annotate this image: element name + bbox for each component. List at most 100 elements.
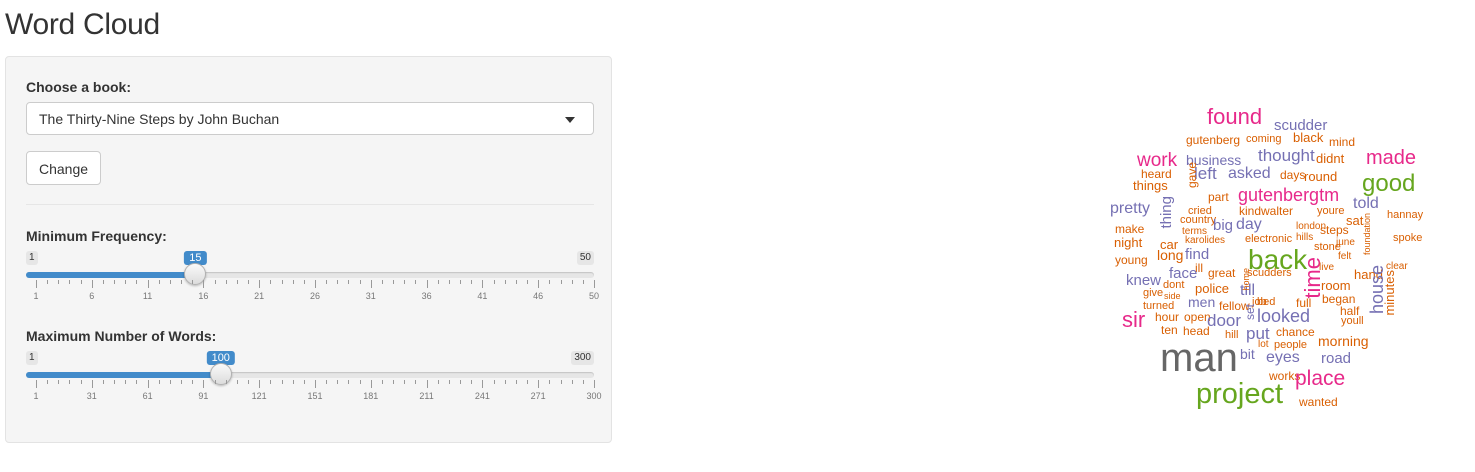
divider bbox=[26, 204, 594, 205]
slider-track[interactable] bbox=[26, 272, 594, 278]
slider-tick bbox=[549, 280, 551, 284]
word-young: young bbox=[1115, 253, 1148, 267]
slider-tick bbox=[192, 380, 194, 384]
slider-tick-label: 121 bbox=[251, 391, 267, 401]
word-felt: felt bbox=[1338, 251, 1352, 262]
book-select[interactable]: The Thirty-Nine Steps by John Buchan bbox=[26, 102, 594, 135]
max-words-label: Maximum Number of Words: bbox=[26, 328, 217, 344]
word-stone: stone bbox=[1314, 241, 1341, 253]
slider-tick bbox=[582, 380, 584, 384]
slider-tick bbox=[203, 380, 205, 388]
word-eyes: eyes bbox=[1266, 349, 1300, 366]
word-chance: chance bbox=[1276, 325, 1315, 339]
slider-tick bbox=[482, 380, 484, 388]
word-round: round bbox=[1304, 169, 1338, 184]
word-country: country bbox=[1180, 214, 1217, 226]
slider-tick-label: 31 bbox=[86, 391, 97, 401]
slider-tick bbox=[504, 380, 506, 384]
slider-tick bbox=[47, 280, 49, 284]
slider-tick bbox=[415, 380, 417, 384]
slider-tick bbox=[270, 380, 272, 384]
slider-tick bbox=[415, 280, 417, 284]
word-gave: gave bbox=[1185, 162, 1199, 189]
word-ten: ten bbox=[1161, 323, 1178, 337]
slider-tick bbox=[303, 380, 305, 384]
slider-tick bbox=[225, 280, 227, 284]
slider-tick bbox=[448, 380, 450, 384]
slider-fill bbox=[26, 372, 221, 378]
slider-tick bbox=[292, 280, 294, 284]
change-button[interactable]: Change bbox=[26, 151, 101, 185]
slider-tick bbox=[158, 280, 160, 284]
word-spoke: spoke bbox=[1393, 232, 1423, 244]
slider-tick bbox=[359, 380, 361, 384]
slider-tick bbox=[125, 280, 127, 284]
word-good: good bbox=[1362, 170, 1416, 197]
slider-tick bbox=[270, 280, 272, 284]
word-karolides: karolides bbox=[1185, 235, 1226, 246]
word-road: road bbox=[1321, 350, 1352, 367]
word-asked: asked bbox=[1228, 165, 1271, 182]
word-mind: mind bbox=[1329, 135, 1356, 149]
slider-tick bbox=[504, 280, 506, 284]
slider-tick bbox=[169, 380, 171, 384]
slider-tick bbox=[69, 380, 71, 384]
slider-tick bbox=[348, 280, 350, 284]
min-frequency-slider[interactable]: 1 50 15 1 6 11 16 21 26 31 36 41 46 50 bbox=[26, 251, 599, 316]
page-title: Word Cloud bbox=[5, 8, 160, 41]
slider-tick bbox=[136, 380, 138, 384]
slider-tick bbox=[147, 380, 149, 388]
slider-tick-label: 91 bbox=[198, 391, 209, 401]
slider-tick bbox=[448, 280, 450, 284]
word-live: live bbox=[1319, 262, 1335, 273]
word-coming: coming bbox=[1246, 133, 1282, 145]
slider-tick bbox=[337, 280, 339, 284]
chevron-down-icon bbox=[565, 117, 575, 123]
word-hannay: hannay bbox=[1387, 209, 1424, 221]
slider-tick-label: 181 bbox=[363, 391, 379, 401]
slider-tick bbox=[560, 380, 562, 384]
slider-track[interactable] bbox=[26, 372, 594, 378]
slider-min-label: 1 bbox=[26, 351, 38, 365]
slider-tick bbox=[348, 380, 350, 384]
book-select-label: Choose a book: bbox=[26, 79, 132, 95]
slider-tick bbox=[259, 380, 261, 388]
word-give: give bbox=[1143, 287, 1164, 299]
slider-tick-label: 241 bbox=[474, 391, 490, 401]
slider-tick-label: 1 bbox=[33, 291, 39, 301]
slider-tick-label: 151 bbox=[307, 391, 323, 401]
slider-tick-label: 61 bbox=[142, 391, 153, 401]
word-hills: hills bbox=[1296, 232, 1314, 243]
sidebar-panel: Choose a book: The Thirty-Nine Steps by … bbox=[5, 56, 612, 443]
word-thought: thought bbox=[1258, 146, 1315, 165]
word-didnt: didnt bbox=[1316, 151, 1345, 166]
slider-tick bbox=[538, 380, 540, 388]
word-found: found bbox=[1207, 104, 1263, 129]
slider-tick bbox=[326, 280, 328, 284]
slider-tick bbox=[236, 380, 238, 384]
slider-tick bbox=[515, 280, 517, 284]
word-great: great bbox=[1208, 266, 1236, 280]
slider-tick bbox=[359, 280, 361, 284]
max-words-slider[interactable]: 1 300 100 1 31 61 91 121 151 181 211 241 271 300 bbox=[26, 351, 602, 416]
slider-tick-label: 50 bbox=[588, 291, 600, 301]
slider-tick bbox=[169, 280, 171, 284]
slider-tick bbox=[381, 380, 383, 384]
word-foundation: foundation bbox=[1362, 213, 1372, 256]
word-told: told bbox=[1353, 195, 1379, 212]
slider-tick bbox=[404, 380, 406, 384]
slider-tick bbox=[404, 280, 406, 284]
slider-tick bbox=[47, 380, 49, 384]
slider-tick bbox=[460, 280, 462, 284]
slider-tick bbox=[236, 280, 238, 284]
word-long: long bbox=[1157, 247, 1184, 263]
slider-handle[interactable] bbox=[209, 363, 232, 385]
word-days: days bbox=[1280, 168, 1306, 182]
min-frequency-label: Minimum Frequency: bbox=[26, 228, 167, 244]
word-cloud: found scudder gutenberg coming black mind work… bbox=[1100, 100, 1440, 420]
slider-tick bbox=[538, 280, 540, 288]
slider-tick bbox=[80, 280, 82, 284]
slider-tick bbox=[114, 380, 116, 384]
slider-tick bbox=[515, 380, 517, 384]
slider-tick bbox=[381, 280, 383, 284]
